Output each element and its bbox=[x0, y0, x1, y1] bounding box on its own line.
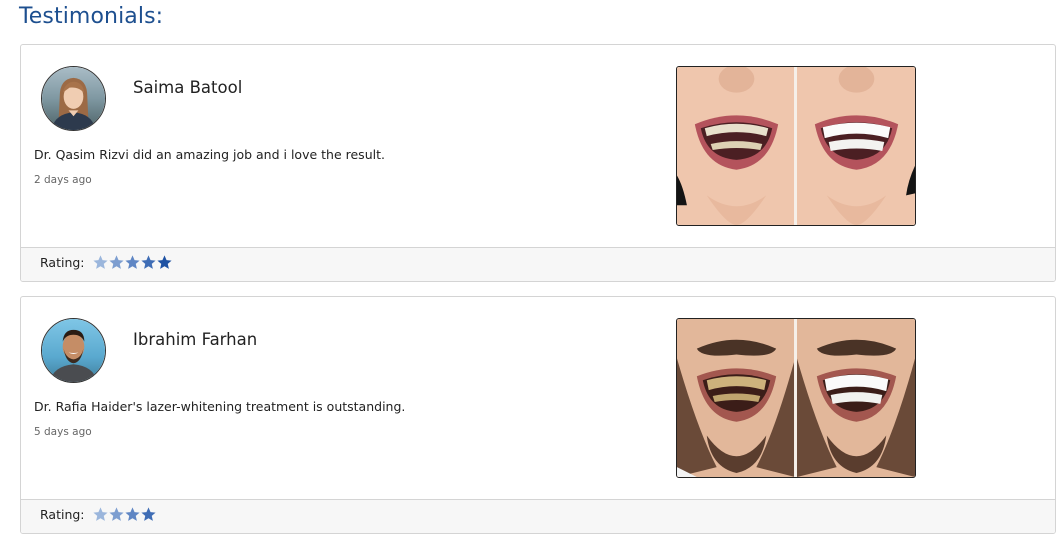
section-title: Testimonials: bbox=[19, 4, 164, 29]
rating-stars bbox=[92, 506, 156, 523]
user-avatar-man bbox=[41, 318, 106, 383]
user-avatar-woman bbox=[41, 66, 106, 131]
star-icon bbox=[156, 254, 172, 271]
star-icon bbox=[92, 254, 108, 271]
rating-bar: Rating: bbox=[21, 499, 1055, 533]
rating-bar: Rating: bbox=[21, 247, 1055, 281]
review-timestamp: 2 days ago bbox=[34, 174, 92, 186]
star-icon bbox=[92, 506, 108, 523]
star-icon bbox=[108, 254, 124, 271]
testimonial-card: Saima Batool Dr. Qasim Rizvi did an amaz… bbox=[20, 44, 1056, 282]
rating-label: Rating: bbox=[40, 255, 85, 270]
rating-label: Rating: bbox=[40, 507, 85, 522]
testimonial-card: Ibrahim Farhan Dr. Rafia Haider's lazer-… bbox=[20, 296, 1056, 534]
reviewer-name: Saima Batool bbox=[133, 78, 243, 97]
rating-stars bbox=[92, 254, 172, 271]
star-icon bbox=[108, 506, 124, 523]
star-icon bbox=[124, 506, 140, 523]
review-timestamp: 5 days ago bbox=[34, 426, 92, 438]
review-text: Dr. Qasim Rizvi did an amazing job and i… bbox=[34, 147, 385, 162]
before-after-smile-woman bbox=[676, 66, 916, 226]
star-icon bbox=[140, 254, 156, 271]
star-icon bbox=[124, 254, 140, 271]
star-icon bbox=[140, 506, 156, 523]
reviewer-name: Ibrahim Farhan bbox=[133, 330, 258, 349]
before-after-smile-man bbox=[676, 318, 916, 478]
review-text: Dr. Rafia Haider's lazer-whitening treat… bbox=[34, 399, 406, 414]
